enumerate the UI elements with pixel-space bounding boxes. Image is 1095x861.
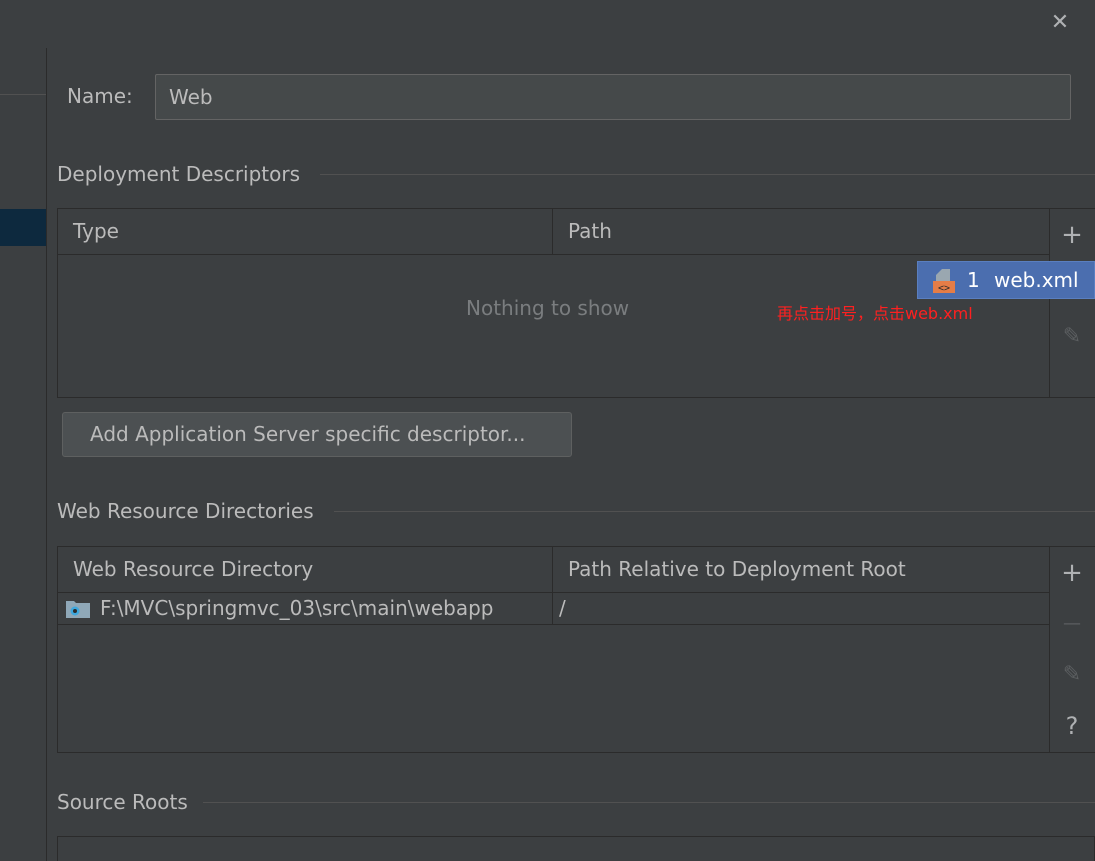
deployment-descriptors-title: Deployment Descriptors	[57, 162, 301, 186]
web-resource-directories-title: Web Resource Directories	[57, 499, 314, 523]
popup-menu: <> 1 web.xml	[917, 261, 1095, 299]
popup-item-index: 1	[967, 268, 980, 292]
vertical-divider	[46, 48, 47, 861]
add-server-descriptor-button[interactable]: Add Application Server specific descript…	[62, 412, 572, 457]
column-header-path[interactable]: Path	[553, 209, 612, 253]
source-roots-title: Source Roots	[57, 790, 188, 814]
web-folder-icon	[65, 598, 91, 620]
table-toolbar: + — ✎ ?	[1049, 547, 1095, 752]
column-separator	[552, 593, 553, 625]
add-icon[interactable]: +	[1052, 215, 1092, 255]
close-icon[interactable]: ✕	[1047, 10, 1073, 36]
settings-sidebar	[0, 0, 46, 861]
annotation-text: 再点击加号，点击web.xml	[777, 304, 973, 323]
web-resource-table: Web Resource Directory Path Relative to …	[57, 546, 1095, 753]
name-label: Name:	[67, 84, 133, 108]
table-toolbar: + ✎	[1049, 209, 1095, 397]
column-header-directory[interactable]: Web Resource Directory	[58, 547, 313, 591]
section-divider	[334, 511, 1095, 512]
name-input[interactable]	[155, 74, 1071, 120]
column-header-type[interactable]: Type	[58, 209, 119, 253]
sidebar-separator	[0, 94, 46, 95]
source-roots-table	[57, 836, 1095, 861]
remove-icon: —	[1063, 613, 1081, 634]
table-header: Web Resource Directory Path Relative to …	[58, 547, 1049, 593]
column-header-relative-path[interactable]: Path Relative to Deployment Root	[553, 547, 906, 591]
edit-icon: ✎	[1062, 662, 1082, 687]
xml-file-icon: <>	[930, 267, 958, 295]
svg-text:<>: <>	[938, 283, 950, 294]
table-header: Type Path	[58, 209, 1049, 255]
edit-icon: ✎	[1062, 324, 1082, 349]
section-divider	[320, 174, 1095, 175]
directory-cell: F:\MVC\springmvc_03\src\main\webapp	[100, 596, 494, 620]
sidebar-selected-item[interactable]	[0, 209, 46, 246]
help-icon[interactable]: ?	[1052, 706, 1092, 746]
table-row[interactable]: F:\MVC\springmvc_03\src\main\webapp /	[58, 593, 1049, 625]
add-icon[interactable]: +	[1052, 553, 1092, 593]
empty-table-text: Nothing to show	[466, 296, 630, 320]
popup-item-web-xml[interactable]: web.xml	[994, 262, 1079, 298]
section-divider	[203, 802, 1095, 803]
relative-path-cell[interactable]: /	[559, 593, 566, 623]
